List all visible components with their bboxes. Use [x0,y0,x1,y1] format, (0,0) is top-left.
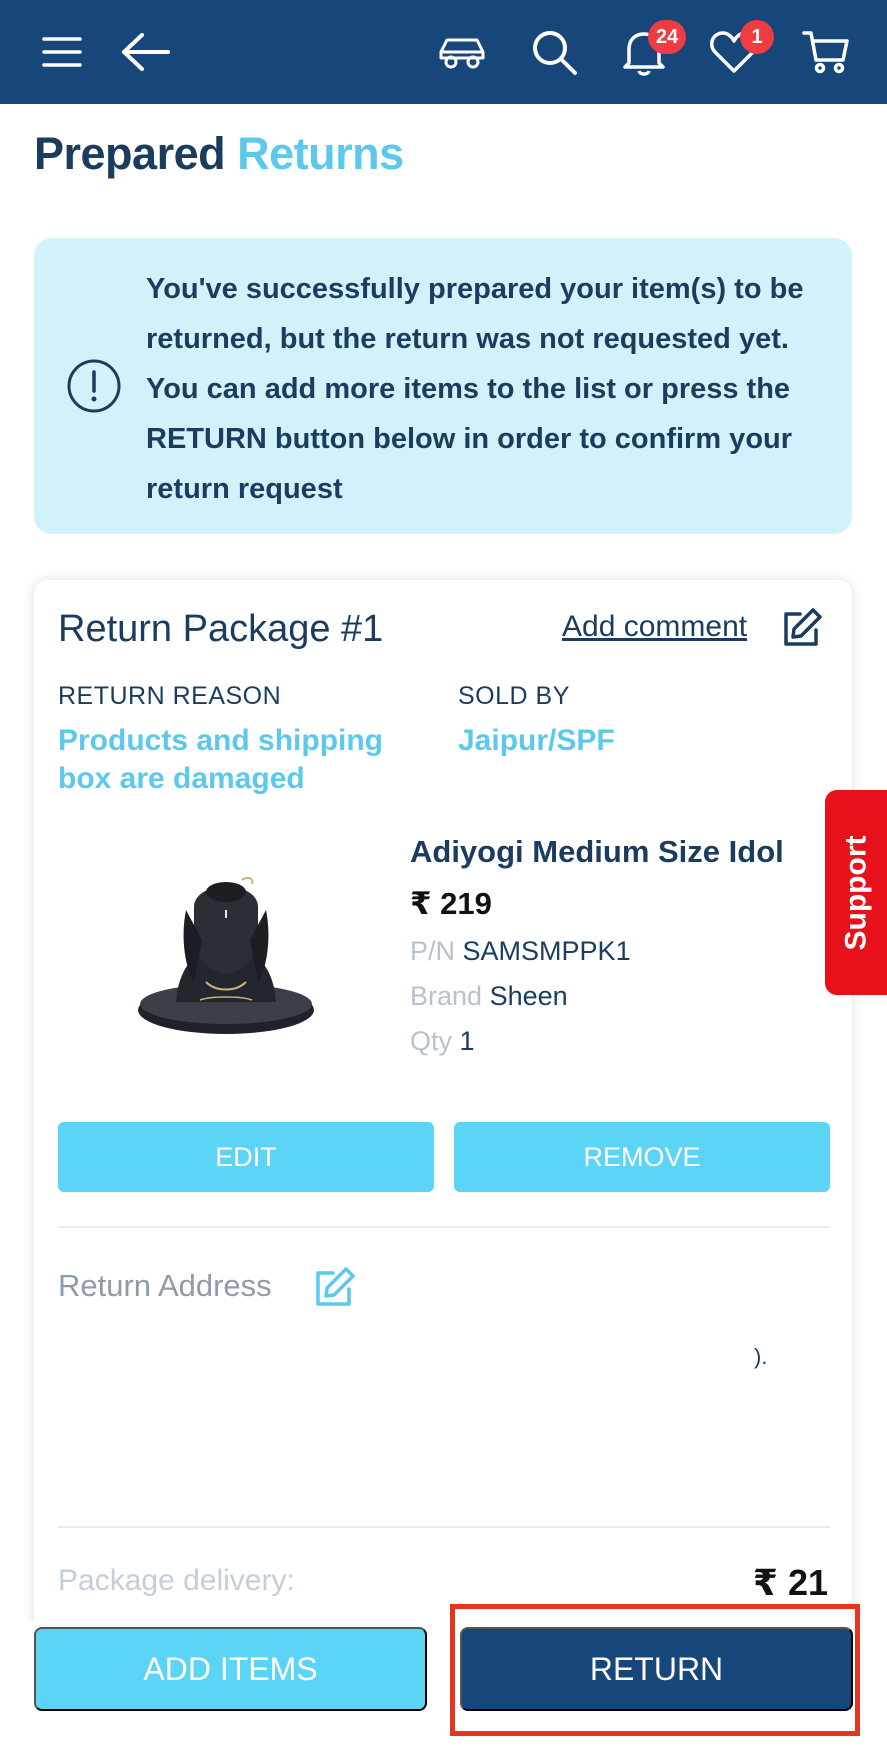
product-pn-row: P/N SAMSMPPK1 [410,936,631,967]
product-image [116,870,336,1040]
pn-label: P/N [410,936,456,966]
edit-comment-icon[interactable] [780,606,824,650]
product-price: ₹ 219 [410,886,492,921]
product-qty-row: Qty 1 [410,1026,475,1057]
page-title: Prepared Returns [34,128,404,180]
notification-badge: 24 [648,20,687,54]
support-label: Support [839,835,873,950]
page-title-part2: Returns [237,128,404,179]
add-comment-link[interactable]: Add comment [562,610,747,644]
back-arrow-icon[interactable] [116,22,176,82]
qty-label: Qty [410,1026,453,1056]
car-icon[interactable] [432,22,492,82]
return-button-highlight [450,1604,860,1736]
edit-button[interactable]: EDIT [58,1122,434,1192]
return-address-text: ). [754,1344,768,1369]
product-name: Adiyogi Medium Size Idol [410,834,784,869]
product-brand-row: Brand Sheen [410,981,568,1012]
qty-value: 1 [459,1026,475,1056]
cart-icon[interactable] [796,22,856,82]
package-delivery-label: Package delivery: [58,1564,295,1597]
wishlist-badge: 1 [740,20,774,54]
info-message: You've successfully prepared your item(s… [146,273,804,505]
sold-by-value: Jaipur/SPF [458,724,615,757]
top-app-bar: 24 1 [0,0,887,104]
divider [58,1226,830,1228]
search-icon[interactable] [524,22,584,82]
remove-button[interactable]: REMOVE [454,1122,830,1192]
return-reason-label: RETURN REASON [58,682,282,710]
return-package-card: Return Package #1 Add comment RETURN REA… [34,580,852,1640]
return-reason-value: Products and shipping box are damaged [58,724,384,795]
menu-icon[interactable] [32,22,92,82]
package-title: Return Package #1 [58,608,384,650]
package-delivery-value: ₹ 21 [752,1562,828,1603]
pn-value: SAMSMPPK1 [462,936,631,966]
support-tab[interactable]: Support [825,790,887,995]
page-title-part1: Prepared [34,128,226,179]
divider [58,1526,830,1528]
info-exclamation-icon [66,358,122,414]
info-banner: You've successfully prepared your item(s… [34,238,852,534]
add-items-button[interactable]: ADD ITEMS [34,1627,427,1711]
brand-value: Sheen [489,981,568,1011]
sold-by-label: SOLD BY [458,682,570,710]
edit-address-icon[interactable] [312,1264,358,1310]
brand-label: Brand [410,981,483,1011]
return-address-label: Return Address [58,1268,272,1303]
